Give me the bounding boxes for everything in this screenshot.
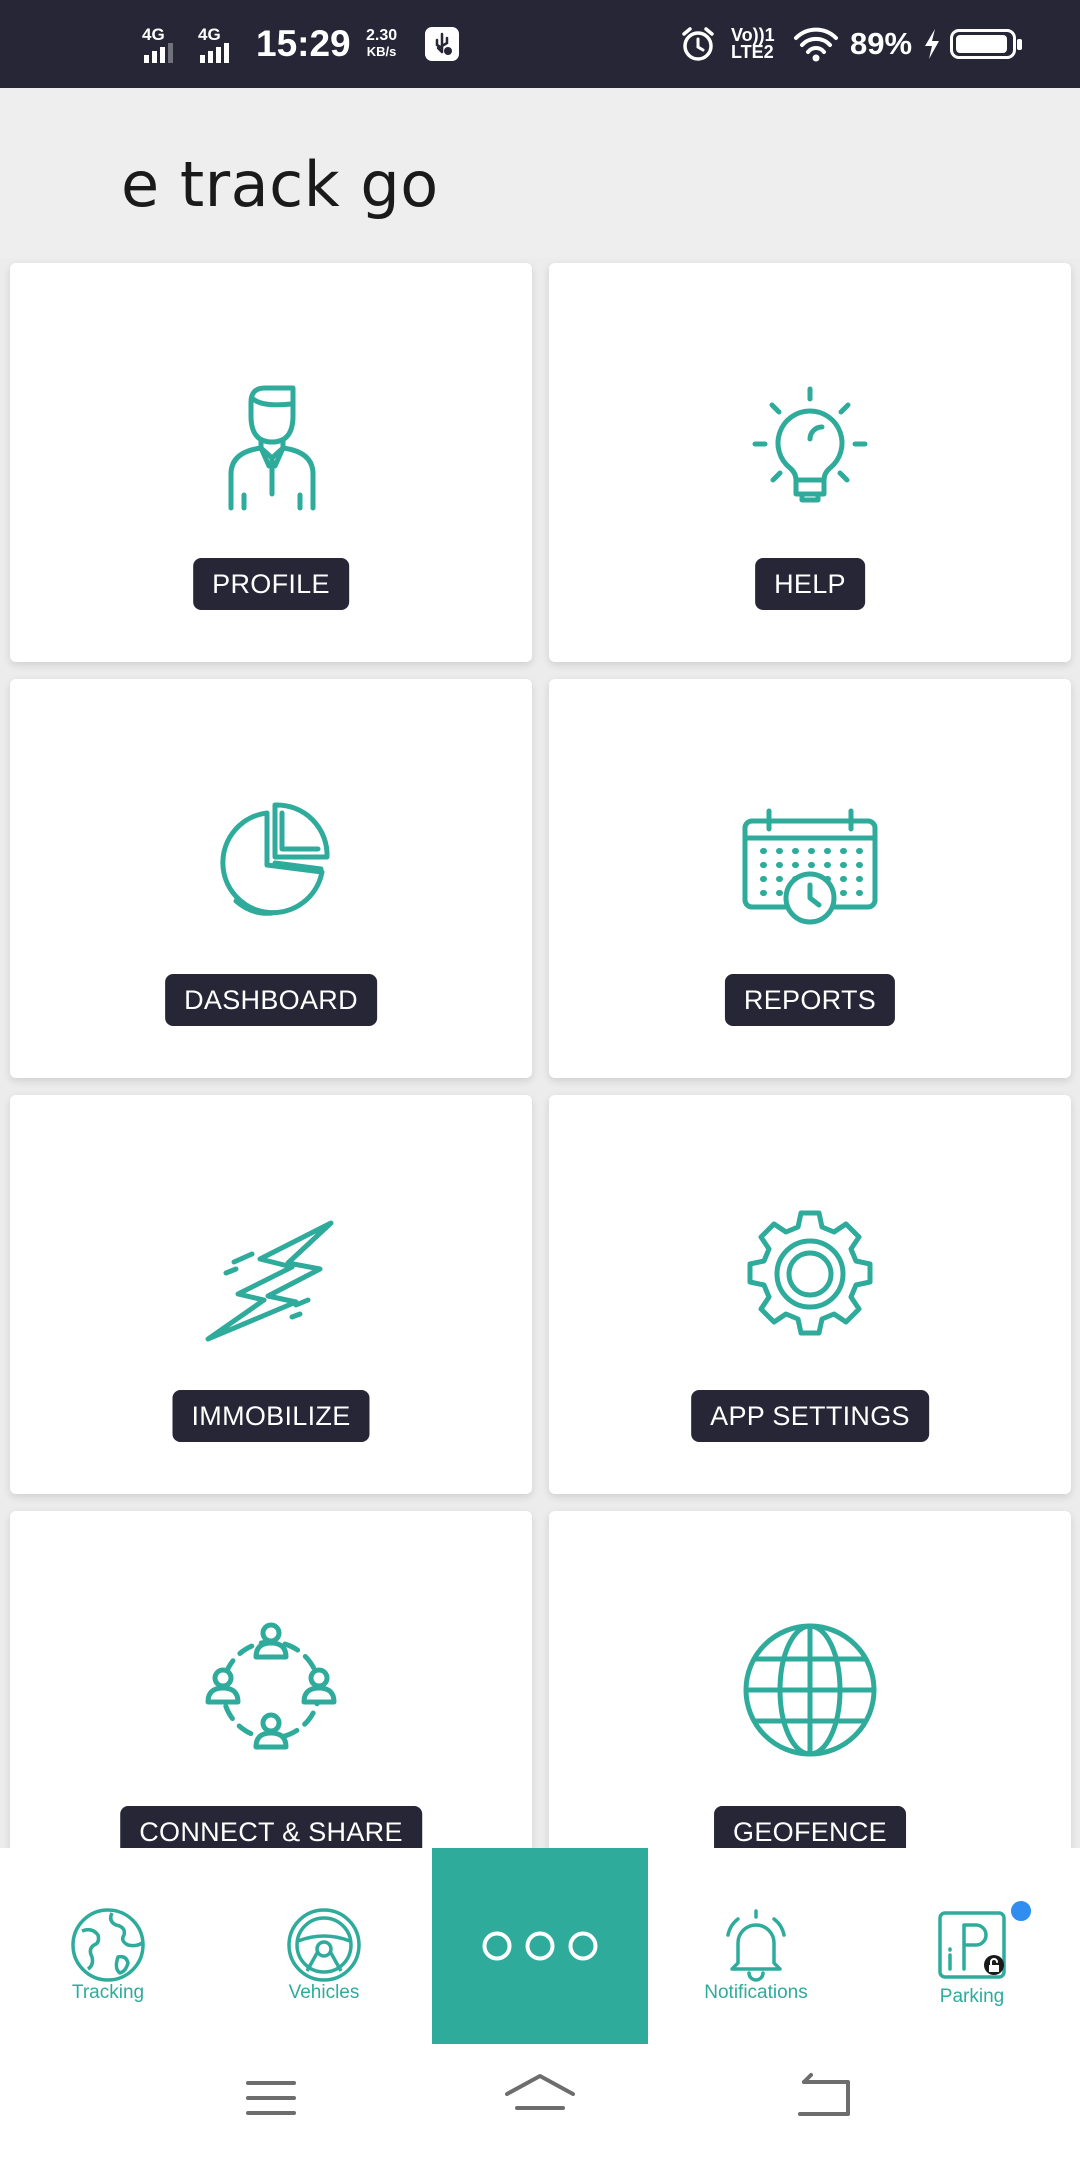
menu-grid: PROFILE HELP DASHBOARD REPORTS IMMOBILIZ… <box>0 258 1080 1848</box>
earth-icon <box>68 1905 148 1985</box>
tile-geofence[interactable]: GEOFENCE <box>549 1511 1071 1848</box>
signal-bars-2-icon <box>200 42 229 63</box>
nav-parking[interactable]: Parking <box>864 1848 1080 2044</box>
home-icon <box>505 2074 575 2110</box>
home-button[interactable] <box>495 2062 585 2132</box>
nav-notifications[interactable]: Notifications <box>648 1848 864 2044</box>
signal-bars-1-icon <box>144 42 173 63</box>
network-type-1: 4G <box>142 24 165 44</box>
tile-connect-share-label: CONNECT & SHARE <box>120 1806 422 1848</box>
bell-icon <box>716 1905 796 1985</box>
tile-profile[interactable]: PROFILE <box>10 263 532 662</box>
volte-line-2: LTE2 <box>731 42 774 62</box>
parking-icon <box>932 1905 1012 1985</box>
status-bar: 4G 4G 15:29 2.30 KB/s Vo))1 LTE2 89% <box>0 0 1080 88</box>
usb-debug-icon <box>425 0 459 88</box>
network-speed-value: 2.30 <box>366 27 398 44</box>
pie-chart-icon <box>196 783 346 933</box>
network-speed: 2.30 KB/s <box>366 0 397 88</box>
nav-tracking-label: Tracking <box>71 1982 145 2003</box>
tile-dashboard[interactable]: DASHBOARD <box>10 679 532 1078</box>
system-nav-bar <box>0 2044 1080 2160</box>
battery-icon <box>950 0 1022 88</box>
tile-immobilize-label: IMMOBILIZE <box>172 1390 370 1442</box>
tile-immobilize[interactable]: IMMOBILIZE <box>10 1095 532 1494</box>
wifi-icon <box>793 0 839 88</box>
tile-help[interactable]: HELP <box>549 263 1071 662</box>
nav-vehicles[interactable]: Vehicles <box>216 1848 432 2044</box>
tile-help-label: HELP <box>755 558 865 610</box>
tile-geofence-label: GEOFENCE <box>714 1806 906 1848</box>
charging-bolt-icon <box>921 0 943 88</box>
signal-2-indicator: 4G <box>198 0 229 88</box>
tile-reports[interactable]: REPORTS <box>549 679 1071 1078</box>
lightbulb-icon <box>735 367 885 517</box>
nav-tracking[interactable]: Tracking <box>0 1848 216 2044</box>
more-dots-icon <box>482 1931 598 1961</box>
back-icon <box>798 2073 850 2116</box>
nav-parking-label: Parking <box>939 1986 1005 2007</box>
parking-badge <box>1008 1898 1034 1924</box>
back-button[interactable] <box>779 2062 869 2132</box>
clock: 15:29 <box>256 23 351 64</box>
network-speed-unit: KB/s <box>366 44 397 59</box>
nav-more-button[interactable] <box>432 1848 648 2044</box>
alarm-icon <box>679 0 717 88</box>
nav-vehicles-label: Vehicles <box>288 1982 360 2003</box>
lightning-icon <box>196 1199 346 1349</box>
app-title: e track go <box>121 148 439 221</box>
nav-notifications-label: Notifications <box>704 1982 808 2003</box>
globe-icon <box>735 1615 885 1765</box>
calendar-clock-icon <box>735 783 885 933</box>
menu-button[interactable] <box>226 2062 316 2132</box>
gear-icon <box>735 1199 885 1349</box>
tile-connect-share[interactable]: CONNECT & SHARE <box>10 1511 532 1848</box>
person-icon <box>196 367 346 517</box>
app-header: e track go <box>0 88 1080 258</box>
hamburger-icon <box>246 2081 296 2115</box>
battery-percent: 89% <box>850 26 913 61</box>
network-type-2: 4G <box>198 24 221 44</box>
people-network-icon <box>196 1615 346 1765</box>
steering-wheel-icon <box>284 1905 364 1985</box>
tile-app-settings[interactable]: APP SETTINGS <box>549 1095 1071 1494</box>
tile-profile-label: PROFILE <box>193 558 349 610</box>
volte-indicator: Vo))1 LTE2 <box>731 0 775 88</box>
tile-app-settings-label: APP SETTINGS <box>691 1390 929 1442</box>
bottom-nav: Tracking Vehicles Notifications Parking <box>0 1848 1080 2044</box>
tile-dashboard-label: DASHBOARD <box>165 974 377 1026</box>
signal-1-indicator: 4G <box>142 0 173 88</box>
tile-reports-label: REPORTS <box>724 974 896 1026</box>
